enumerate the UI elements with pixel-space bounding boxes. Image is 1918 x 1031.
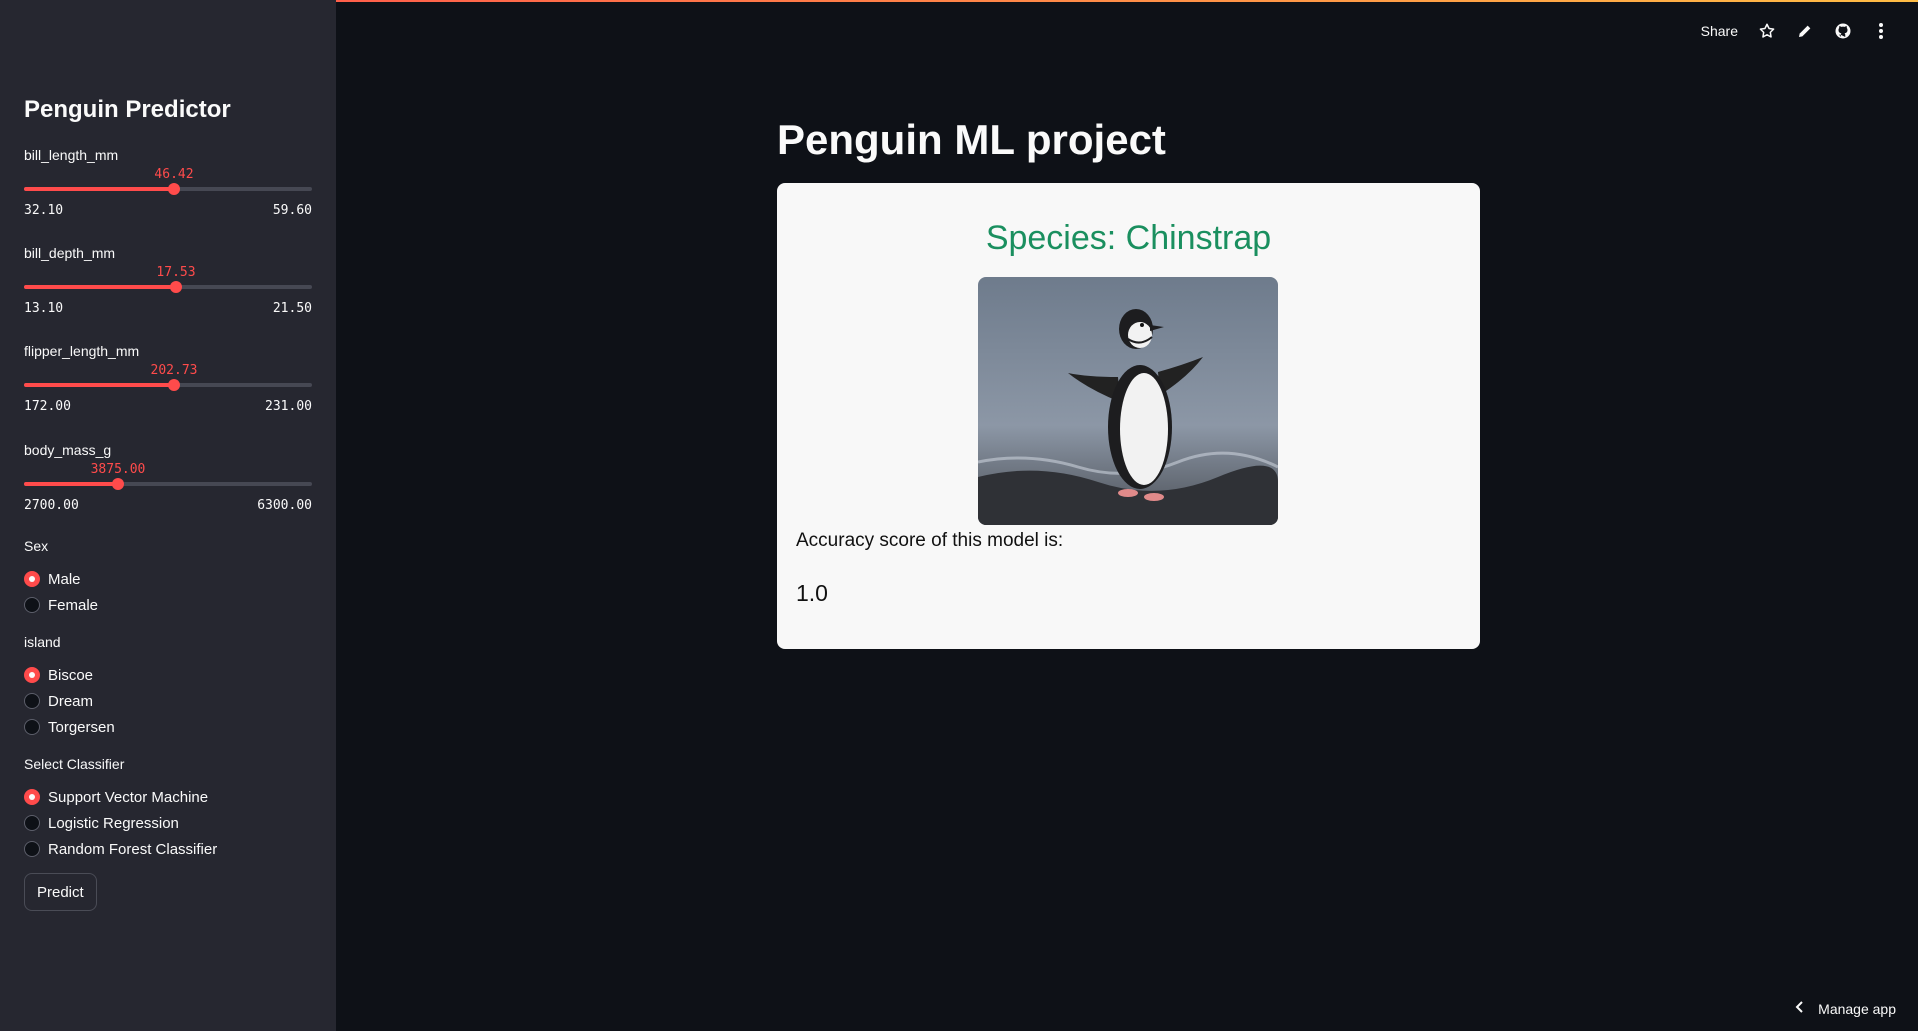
radio-option-male[interactable]: Male (24, 566, 312, 592)
radio-group-sex: Sex Male Female (24, 538, 312, 618)
slider-bill-depth[interactable]: bill_depth_mm 17.53 13.10 21.50 (24, 245, 312, 325)
github-icon[interactable] (1834, 22, 1852, 40)
slider-label: bill_depth_mm (24, 245, 116, 261)
radio-option-biscoe[interactable]: Biscoe (24, 662, 312, 688)
page-title: Penguin ML project (777, 116, 1166, 163)
slider-fill (24, 482, 118, 486)
slider-thumb[interactable] (112, 478, 124, 490)
slider-thumb[interactable] (168, 183, 180, 195)
radio-option-label: Random Forest Classifier (48, 840, 218, 858)
slider-fill (24, 187, 174, 191)
radio-selected-icon[interactable] (24, 789, 40, 805)
slider-min: 32.10 (24, 203, 64, 218)
radio-unselected-icon[interactable] (24, 597, 40, 613)
radio-option-label: Support Vector Machine (48, 788, 209, 806)
chevron-left-icon (1794, 1000, 1804, 1017)
slider-label: body_mass_g (24, 442, 112, 458)
radio-option-label: Dream (48, 692, 94, 710)
slider-min: 172.00 (24, 399, 71, 414)
penguin-image (978, 277, 1278, 525)
radio-group-label: Sex (24, 538, 49, 554)
slider-track[interactable] (24, 183, 312, 195)
slider-thumb[interactable] (170, 281, 182, 293)
slider-track[interactable] (24, 379, 312, 391)
radio-selected-icon[interactable] (24, 667, 40, 683)
slider-track[interactable] (24, 281, 312, 293)
sidebar-title: Penguin Predictor (24, 96, 231, 123)
radio-group-label: Select Classifier (24, 756, 125, 772)
slider-track[interactable] (24, 478, 312, 490)
slider-fill (24, 383, 174, 387)
sidebar: Penguin Predictor bill_length_mm 46.42 3… (0, 0, 336, 1031)
slider-body-mass[interactable]: body_mass_g 3875.00 2700.00 6300.00 (24, 442, 312, 522)
slider-fill (24, 285, 176, 289)
radio-option-female[interactable]: Female (24, 592, 312, 618)
radio-option-label: Female (48, 596, 99, 614)
radio-unselected-icon[interactable] (24, 815, 40, 831)
slider-value: 202.73 (150, 363, 198, 378)
slider-max: 6300.00 (257, 498, 312, 513)
prediction-card: Species: Chinstrap Accuracy score of thi… (777, 183, 1480, 649)
slider-flipper-length[interactable]: flipper_length_mm 202.73 172.00 231.00 (24, 343, 312, 423)
radio-option-label: Male (48, 570, 81, 588)
radio-group-label: island (24, 634, 61, 650)
slider-max: 231.00 (265, 399, 312, 414)
radio-option-svm[interactable]: Support Vector Machine (24, 784, 312, 810)
slider-min: 2700.00 (24, 498, 79, 513)
manage-app-label: Manage app (1818, 1000, 1896, 1017)
header-toolbar: Share (1701, 22, 1890, 40)
slider-max: 59.60 (272, 203, 312, 218)
radio-option-label: Biscoe (48, 666, 94, 684)
slider-label: flipper_length_mm (24, 343, 140, 359)
radio-group-classifier: Select Classifier Support Vector Machine… (24, 756, 312, 862)
radio-group-island: island Biscoe Dream Torgersen (24, 634, 312, 740)
predict-button[interactable]: Predict (24, 873, 97, 911)
pencil-icon[interactable] (1796, 22, 1814, 40)
radio-unselected-icon[interactable] (24, 693, 40, 709)
accuracy-value: 1.0 (796, 580, 828, 606)
more-vertical-icon[interactable] (1872, 22, 1890, 40)
radio-option-dream[interactable]: Dream (24, 688, 312, 714)
radio-option-label: Logistic Regression (48, 814, 179, 832)
share-button[interactable]: Share (1701, 23, 1738, 39)
slider-bill-length[interactable]: bill_length_mm 46.42 32.10 59.60 (24, 147, 312, 227)
radio-unselected-icon[interactable] (24, 719, 40, 735)
slider-value: 17.53 (156, 265, 196, 280)
slider-label: bill_length_mm (24, 147, 119, 163)
manage-app-button[interactable]: Manage app (1794, 1000, 1896, 1017)
radio-option-logistic-regression[interactable]: Logistic Regression (24, 810, 312, 836)
radio-option-torgersen[interactable]: Torgersen (24, 714, 312, 740)
star-icon[interactable] (1758, 22, 1776, 40)
slider-value: 46.42 (154, 167, 194, 182)
radio-option-label: Torgersen (48, 718, 115, 736)
species-result: Species: Chinstrap (985, 219, 1272, 257)
slider-value: 3875.00 (90, 462, 146, 477)
slider-min: 13.10 (24, 301, 64, 316)
radio-unselected-icon[interactable] (24, 841, 40, 857)
radio-option-random-forest[interactable]: Random Forest Classifier (24, 836, 312, 862)
radio-selected-icon[interactable] (24, 571, 40, 587)
accuracy-label: Accuracy score of this model is: (796, 530, 1064, 551)
slider-max: 21.50 (272, 301, 312, 316)
slider-thumb[interactable] (168, 379, 180, 391)
